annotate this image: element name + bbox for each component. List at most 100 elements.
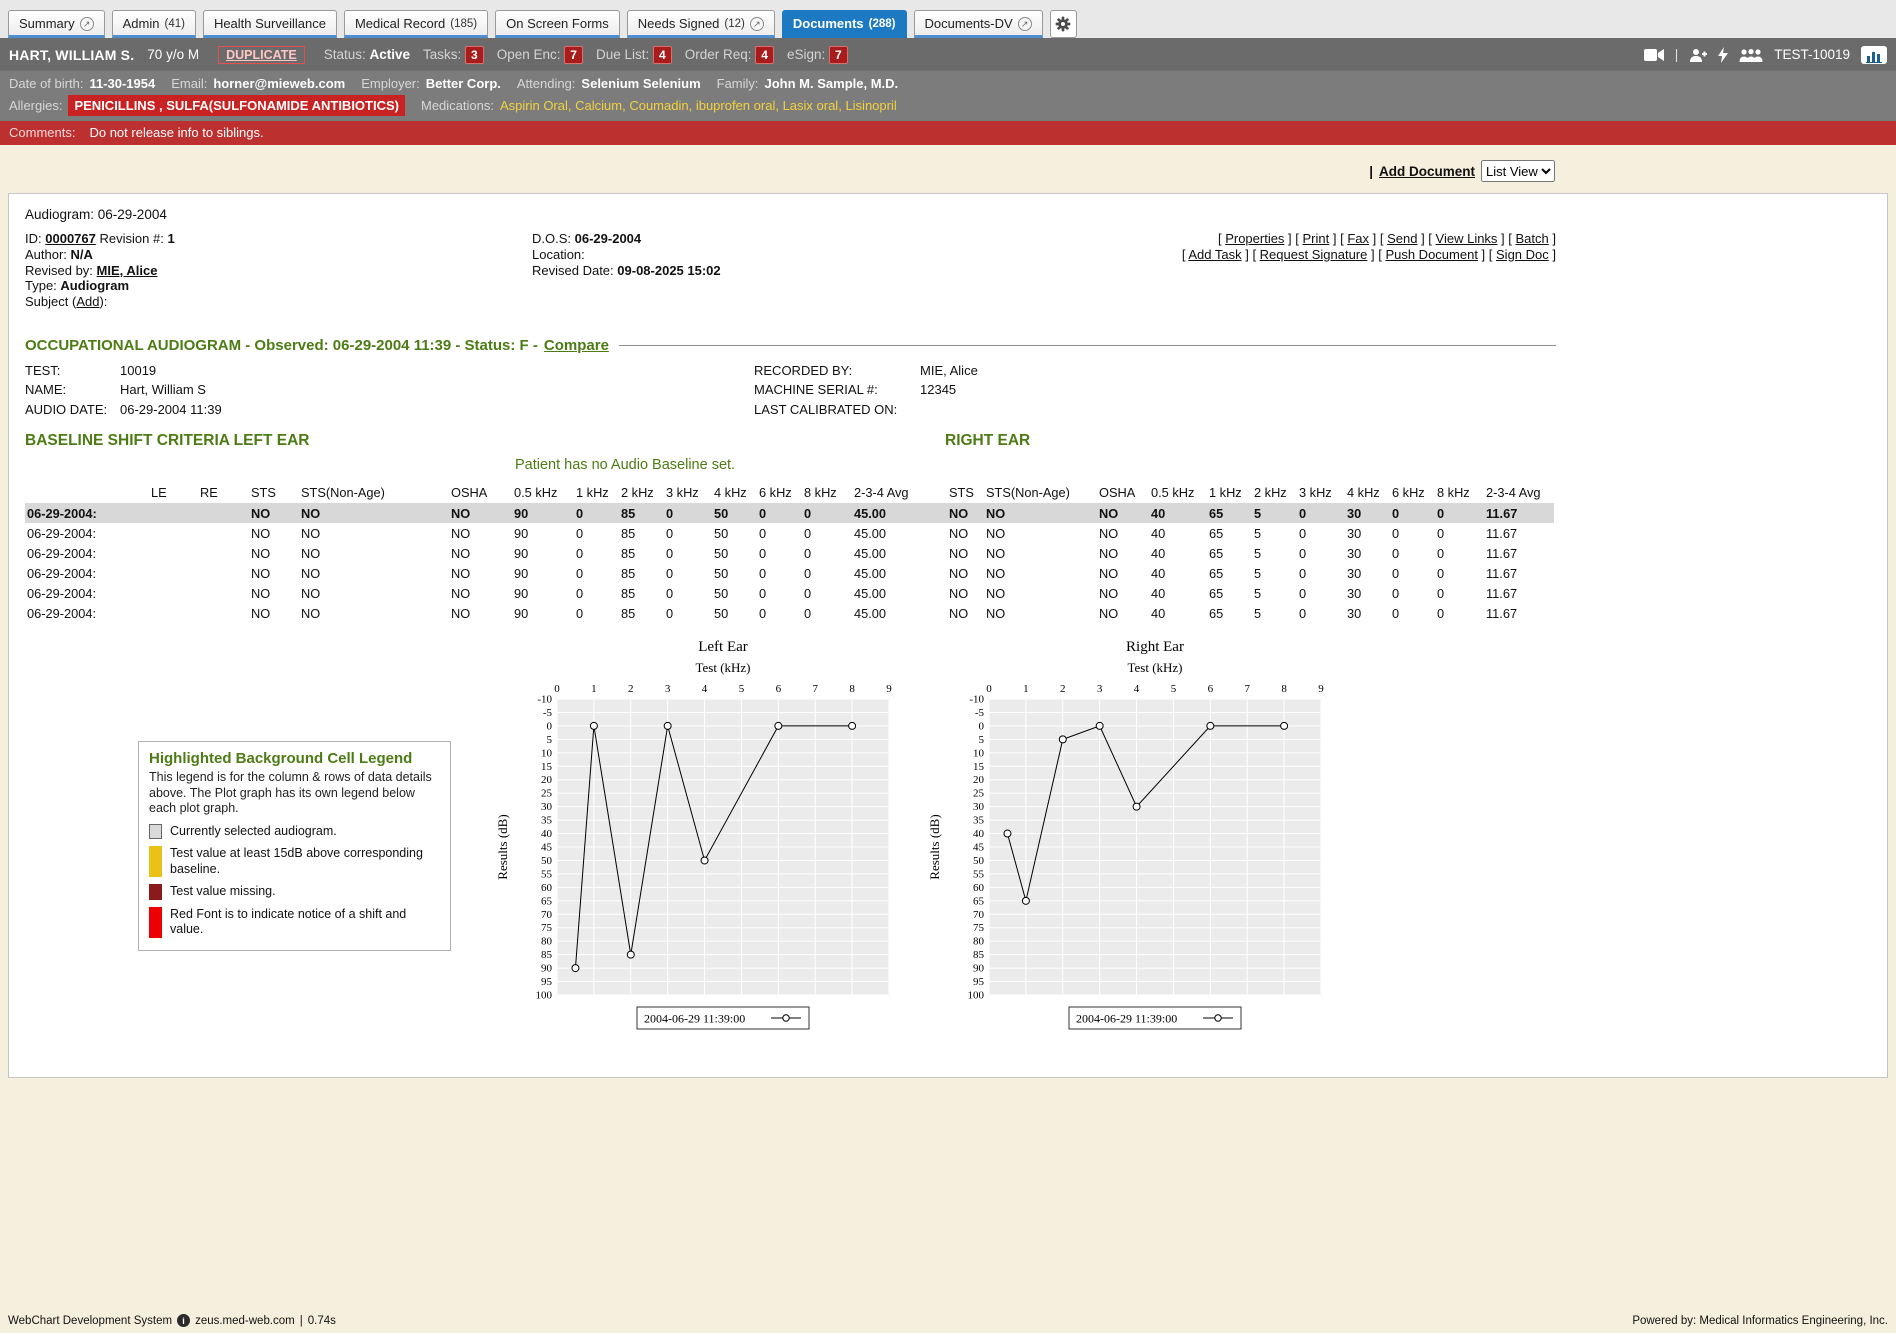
svg-text:35: 35: [541, 815, 553, 827]
allergies-value[interactable]: PENICILLINS , SULFA(SULFONAMIDE ANTIBIOT…: [68, 95, 405, 116]
column-header: 4 kHz: [712, 482, 757, 503]
column-header: 6 kHz: [757, 482, 802, 503]
allergies-label: Allergies:: [9, 96, 62, 115]
svg-text:Results (dB): Results (dB): [495, 815, 510, 880]
doc-action-sign-doc[interactable]: Sign Doc: [1496, 247, 1549, 262]
tab-admin[interactable]: Admin (41): [112, 10, 196, 38]
order-req-count-badge[interactable]: 4: [755, 46, 774, 64]
audio-date-label: AUDIO DATE:: [25, 400, 120, 420]
due-list-group: Due List: 4: [596, 46, 672, 64]
legend-item-text: Test value at least 15dB above correspon…: [170, 846, 440, 877]
svg-text:9: 9: [886, 683, 892, 695]
document-toolbar: | Add Document List View: [0, 145, 1896, 193]
column-header: 0.5 kHz: [1149, 482, 1207, 503]
subject-add-link[interactable]: Add: [76, 294, 99, 309]
tasks-count-badge[interactable]: 3: [465, 46, 484, 64]
medication-link[interactable]: Calcium: [575, 98, 622, 113]
legend-item-text: Test value missing.: [170, 884, 276, 900]
machine-serial-value: 12345: [920, 382, 956, 397]
author-label: Author:: [25, 247, 67, 262]
tab-count: (41): [164, 18, 184, 30]
svg-text:45: 45: [973, 842, 985, 854]
revised-by-link[interactable]: MIE, Alice: [97, 263, 158, 278]
tab-health-surveillance[interactable]: Health Surveillance: [203, 10, 337, 38]
audiogram-info: TEST:10019 NAME:Hart, William S AUDIO DA…: [25, 361, 1556, 420]
open-enc-count-badge[interactable]: 7: [564, 46, 583, 64]
popout-icon[interactable]: ↗: [80, 17, 94, 31]
video-camera-icon[interactable]: [1644, 48, 1664, 62]
flowsheet-chart-button[interactable]: [1861, 46, 1887, 64]
document-id-link[interactable]: 0000767: [45, 231, 96, 246]
svg-text:90: 90: [541, 963, 553, 975]
settings-gear-button[interactable]: [1050, 10, 1077, 38]
tab-label: Admin: [123, 16, 160, 31]
doc-action-view-links[interactable]: View Links: [1436, 231, 1498, 246]
doc-action-push-document[interactable]: Push Document: [1385, 247, 1478, 262]
doc-action-print[interactable]: Print: [1303, 231, 1330, 246]
column-header: OSHA: [1097, 482, 1149, 503]
lightning-bolt-icon[interactable]: [1718, 47, 1728, 63]
doc-action-send[interactable]: Send: [1387, 231, 1417, 246]
svg-text:0: 0: [554, 683, 560, 695]
employer-value: Better Corp.: [426, 74, 501, 93]
doc-action-request-signature[interactable]: Request Signature: [1260, 247, 1368, 262]
attending-label: Attending:: [517, 74, 576, 93]
medication-link[interactable]: ibuprofen oral: [696, 98, 776, 113]
tab-documents-dv[interactable]: Documents-DV ↗: [914, 10, 1043, 38]
column-header: 1 kHz: [1207, 482, 1252, 503]
medication-link[interactable]: Aspirin Oral: [500, 98, 568, 113]
doc-action-add-task[interactable]: Add Task: [1188, 247, 1241, 262]
svg-text:2004-06-29 11:39:00: 2004-06-29 11:39:00: [1076, 1012, 1177, 1026]
add-person-icon[interactable]: [1689, 48, 1707, 62]
tab-on-screen-forms[interactable]: On Screen Forms: [495, 10, 620, 38]
duplicate-flag[interactable]: DUPLICATE: [218, 46, 305, 64]
svg-text:Right Ear: Right Ear: [1126, 639, 1184, 655]
svg-text:4: 4: [702, 683, 708, 695]
footer: WebChart Development System i zeus.med-w…: [0, 1309, 1896, 1333]
tab-summary[interactable]: Summary↗: [8, 10, 105, 38]
popout-icon[interactable]: ↗: [1018, 17, 1032, 31]
svg-text:Test (kHz): Test (kHz): [695, 660, 750, 675]
popout-icon[interactable]: ↗: [750, 17, 764, 31]
patient-name: HART, WILLIAM S.: [9, 47, 134, 63]
add-document-link[interactable]: Add Document: [1379, 164, 1475, 179]
svg-text:1: 1: [591, 683, 597, 695]
medication-link[interactable]: Lisinopril: [845, 98, 896, 113]
legend-color-swatch: [149, 846, 162, 877]
people-group-icon[interactable]: [1739, 48, 1763, 62]
due-list-count-badge[interactable]: 4: [653, 46, 672, 64]
email-value: horner@mieweb.com: [213, 74, 345, 93]
legend-item-text: Red Font is to indicate notice of a shif…: [170, 907, 440, 938]
email-label: Email:: [171, 74, 207, 93]
patient-header-bar: HART, WILLIAM S. 70 y/o M DUPLICATE Stat…: [0, 38, 1896, 71]
svg-text:75: 75: [973, 923, 985, 935]
column-header: 0.5 kHz: [512, 482, 574, 503]
machine-serial-label: MACHINE SERIAL #:: [754, 380, 920, 400]
type-value: Audiogram: [60, 278, 129, 293]
revision-value: 1: [167, 231, 174, 246]
doc-action-fax[interactable]: Fax: [1347, 231, 1369, 246]
tab-documents[interactable]: Documents(288): [782, 10, 907, 38]
svg-text:2: 2: [1060, 683, 1066, 695]
gear-icon: [1055, 16, 1071, 32]
svg-text:30: 30: [973, 802, 985, 814]
no-baseline-message: Patient has no Audio Baseline set.: [515, 457, 1556, 473]
doc-action-batch[interactable]: Batch: [1516, 231, 1549, 246]
subject-label: Subject (: [25, 294, 76, 309]
compare-link[interactable]: Compare: [544, 337, 609, 354]
column-header: 4 kHz: [1345, 482, 1390, 503]
tab-needs-signed[interactable]: Needs Signed(12)↗: [627, 10, 775, 38]
revised-date-label: Revised Date:: [532, 263, 614, 278]
column-header: 8 kHz: [1435, 482, 1484, 503]
column-header: STS: [249, 482, 299, 503]
column-header: OSHA: [449, 482, 512, 503]
esign-count-badge[interactable]: 7: [829, 46, 848, 64]
tab-medical-record[interactable]: Medical Record(185): [344, 10, 488, 38]
medication-link[interactable]: Coumadin: [629, 98, 688, 113]
column-header: 8 kHz: [802, 482, 852, 503]
tab-label: Documents-DV: [925, 16, 1013, 31]
doc-action-properties[interactable]: Properties: [1225, 231, 1284, 246]
view-mode-select[interactable]: List View: [1481, 160, 1555, 182]
medication-link[interactable]: Lasix oral: [783, 98, 839, 113]
svg-text:9: 9: [1318, 683, 1324, 695]
